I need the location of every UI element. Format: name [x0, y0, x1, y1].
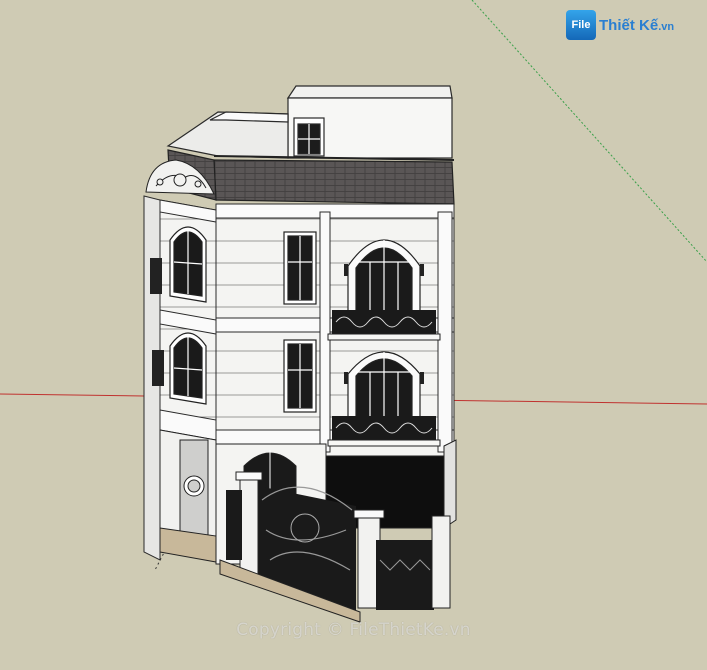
balcony-railing-lower — [327, 416, 441, 447]
logo-brand-suffix: .vn — [658, 20, 675, 33]
side-balcony-lower — [152, 350, 164, 386]
french-door-lower — [347, 351, 421, 421]
bay-window-upper — [169, 226, 207, 303]
sketchup-viewport[interactable] — [0, 0, 707, 665]
middle-window-upper — [283, 231, 317, 305]
copyright-watermark: Copyright © FileThietKe.vn — [236, 620, 471, 640]
logo-brand-text: Thiết Kế — [599, 16, 659, 34]
logo-brand: Thiết Kế.vn — [599, 17, 674, 34]
logo-badge-text: File — [571, 19, 591, 31]
balcony-railing-upper — [327, 310, 441, 341]
middle-window-lower — [283, 339, 317, 413]
building-model[interactable] — [0, 0, 707, 665]
side-balcony-upper — [150, 258, 162, 294]
rooftop-structure — [166, 85, 453, 159]
bay-window-lower — [169, 332, 207, 405]
logo-badge-icon: File — [566, 10, 596, 40]
watermark-logo: File Thiết Kế.vn — [566, 10, 674, 40]
